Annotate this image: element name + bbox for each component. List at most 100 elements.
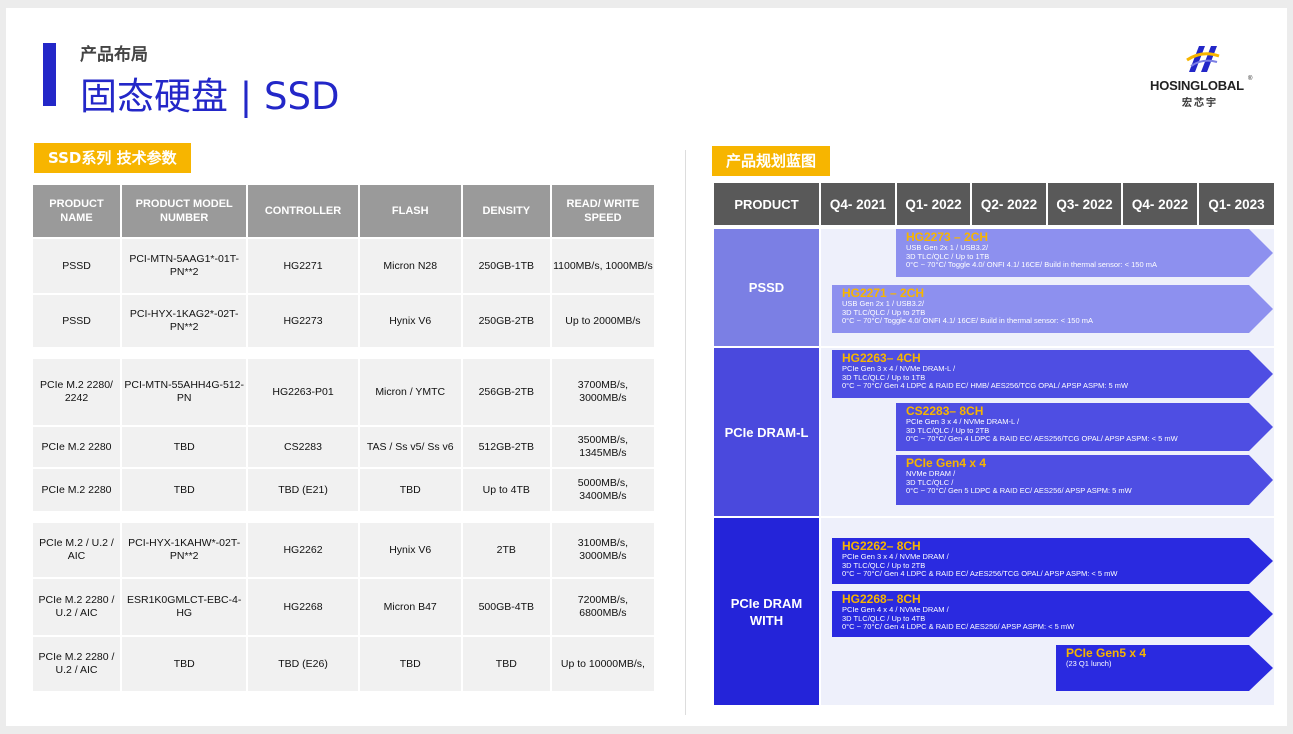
roadmap-row-label: PSSD xyxy=(714,229,819,346)
group-gap xyxy=(33,349,654,357)
roadmap-quarter-header: Q4- 2021 xyxy=(821,183,895,225)
product-name-cell: PSSD xyxy=(33,239,120,293)
roadmap-arrow-detail: 0°C ~ 70°C/ Gen 4 LDPC & RAID EC/ AES256… xyxy=(906,434,1178,443)
roadmap-product-header: PRODUCT xyxy=(714,183,819,225)
roadmap-row-label: PCIe DRAM WITH xyxy=(714,518,819,705)
roadmap-arrow-detail: 0°C ~ 70°C/ Gen 5 LDPC & RAID EC/ AES256… xyxy=(906,486,1132,495)
roadmap-arrow-content: CS2283– 8CH PCIe Gen 3 x 4 / NVMe DRAM-L … xyxy=(906,405,1178,444)
roadmap-arrow: HG2268– 8CH PCIe Gen 4 x 4 / NVMe DRAM /3… xyxy=(832,591,1273,637)
model-number-cell: ESR1K0GMLCT-EBC-4-HG xyxy=(121,579,247,635)
roadmap-arrow: HG2271 – 2CH USB Gen 2x 1 / USB3.2/3D TLC… xyxy=(832,285,1273,333)
model-number-cell: PCI-HYX-1KAHW*-02T-PN**2 xyxy=(121,523,247,577)
column-header: DENSITY xyxy=(462,185,550,237)
model-number-cell: PCI-MTN-5AAG1*-01T-PN**2 xyxy=(121,239,247,293)
speed-cell: 3100MB/s, 3000MB/s xyxy=(551,523,654,577)
product-name-cell: PCIe M.2 2280 / U.2 / AIC xyxy=(33,579,120,635)
density-cell: 500GB-4TB xyxy=(462,579,550,635)
logo-mark-icon xyxy=(1186,46,1220,72)
roadmap-arrow-detail: 0°C ~ 70°C/ Gen 4 LDPC & RAID EC/ AES256… xyxy=(842,622,1075,631)
flash-cell: Hynix V6 xyxy=(359,523,461,577)
product-name-cell: PCIe M.2 2280/ 2242 xyxy=(33,359,120,425)
controller-cell: CS2283 xyxy=(248,427,358,467)
roadmap-arrow-detail: 0°C ~ 70°C/ Toggle 4.0/ ONFI 4.1/ 16CE/ … xyxy=(906,260,1157,269)
table-row: PSSD PCI-MTN-5AAG1*-01T-PN**2 HG2271 Micron… xyxy=(33,239,654,293)
table-row: PSSD PCI-HYX-1KAG2*-02T-PN**2 HG2273 Hynix … xyxy=(33,295,654,347)
roadmap-quarter-header: Q1- 2023 xyxy=(1199,183,1274,225)
speed-cell: 3500MB/s, 1345MB/s xyxy=(551,427,654,467)
roadmap-quarter-header: Q4- 2022 xyxy=(1123,183,1197,225)
flash-cell: Hynix V6 xyxy=(359,295,461,347)
model-number-cell: PCI-HYX-1KAG2*-02T-PN**2 xyxy=(121,295,247,347)
density-cell: Up to 4TB xyxy=(462,469,550,511)
flash-cell: TBD xyxy=(359,637,461,691)
column-header: FLASH xyxy=(359,185,461,237)
ssd-specs-table: PRODUCT NAME PRODUCT MODEL NUMBER CONTRO… xyxy=(31,183,656,693)
flash-cell: TBD xyxy=(359,469,461,511)
column-header: PRODUCT NAME xyxy=(33,185,120,237)
product-name-cell: PCIe M.2 / U.2 / AIC xyxy=(33,523,120,577)
product-roadmap: PRODUCT Q4- 2021 Q1- 2022 Q2- 2022 Q3- 2… xyxy=(714,183,1274,705)
roadmap-quarter-header: Q2- 2022 xyxy=(972,183,1046,225)
roadmap-arrow-detail: 0°C ~ 70°C/ Gen 4 LDPC & RAID EC/ AzES25… xyxy=(842,569,1118,578)
product-name-cell: PCIe M.2 2280 xyxy=(33,469,120,511)
group-gap-cell xyxy=(33,513,654,521)
speed-cell: 3700MB/s, 3000MB/s xyxy=(551,359,654,425)
model-number-cell: TBD xyxy=(121,469,247,511)
product-name-cell: PCIe M.2 2280 xyxy=(33,427,120,467)
controller-cell: HG2268 xyxy=(248,579,358,635)
column-header: READ/ WRITE SPEED xyxy=(551,185,654,237)
model-number-cell: TBD xyxy=(121,637,247,691)
roadmap-arrow-content: PCIe Gen4 x 4 NVMe DRAM /3D TLC/QLC /0°C … xyxy=(906,457,1132,496)
flash-cell: Micron N28 xyxy=(359,239,461,293)
table-row: PCIe M.2 2280 TBD TBD (E21) TBD Up to 4TB 500… xyxy=(33,469,654,511)
density-cell: TBD xyxy=(462,637,550,691)
roadmap-arrow: HG2273 – 2CH USB Gen 2x 1 / USB3.2/3D TLC… xyxy=(896,229,1273,277)
logo-brand-text: HOSINGLOBAL xyxy=(1150,78,1244,93)
product-name-cell: PSSD xyxy=(33,295,120,347)
page-subtitle: 产品布局 xyxy=(80,45,148,65)
density-cell: 512GB-2TB xyxy=(462,427,550,467)
density-cell: 250GB-1TB xyxy=(462,239,550,293)
speed-cell: Up to 2000MB/s xyxy=(551,295,654,347)
company-logo: HOSINGLOBAL ® 宏芯宇 xyxy=(1147,42,1257,112)
density-cell: 250GB-2TB xyxy=(462,295,550,347)
column-header: PRODUCT MODEL NUMBER xyxy=(121,185,247,237)
speed-cell: 7200MB/s, 6800MB/s xyxy=(551,579,654,635)
roadmap-arrow-detail: (23 Q1 lunch) xyxy=(1066,659,1112,668)
roadmap-section-label: 产品规划蓝图 xyxy=(712,146,831,176)
table-row: PCIe M.2 / U.2 / AIC PCI-HYX-1KAHW*-02T-P… xyxy=(33,523,654,577)
controller-cell: HG2271 xyxy=(248,239,358,293)
roadmap-arrow: HG2263– 4CH PCIe Gen 3 x 4 / NVMe DRAM-L … xyxy=(832,350,1273,398)
page-title: 固态硬盘 | SSD xyxy=(80,75,340,118)
model-number-cell: TBD xyxy=(121,427,247,467)
speed-cell: 5000MB/s, 3400MB/s xyxy=(551,469,654,511)
roadmap-arrow-content: HG2262– 8CH PCIe Gen 3 x 4 / NVMe DRAM /3… xyxy=(842,540,1117,579)
flash-cell: Micron B47 xyxy=(359,579,461,635)
roadmap-quarter-header: Q1- 2022 xyxy=(897,183,970,225)
model-number-cell: PCI-MTN-55AHH4G-512-PN xyxy=(121,359,247,425)
roadmap-arrow-content: PCIe Gen5 x 4 (23 Q1 lunch) xyxy=(1066,647,1146,669)
title-accent-bar xyxy=(43,43,56,106)
logo-registered-mark: ® xyxy=(1248,76,1253,82)
roadmap-arrow-content: HG2271 – 2CH USB Gen 2x 1 / USB3.2/3D TLC… xyxy=(842,287,1093,326)
column-header: CONTROLLER xyxy=(248,185,358,237)
flash-cell: Micron / YMTC xyxy=(359,359,461,425)
controller-cell: HG2273 xyxy=(248,295,358,347)
roadmap-arrow-detail: 0°C ~ 70°C/ Gen 4 LDPC & RAID EC/ HMB/ A… xyxy=(842,381,1129,390)
controller-cell: TBD (E26) xyxy=(248,637,358,691)
group-gap-cell xyxy=(33,349,654,357)
roadmap-arrow: PCIe Gen5 x 4 (23 Q1 lunch) xyxy=(1056,645,1273,691)
roadmap-row-label: PCIe DRAM-L xyxy=(714,348,819,516)
controller-cell: TBD (E21) xyxy=(248,469,358,511)
roadmap-arrow-content: HG2263– 4CH PCIe Gen 3 x 4 / NVMe DRAM-L … xyxy=(842,352,1128,391)
roadmap-quarter-header: Q3- 2022 xyxy=(1048,183,1121,225)
group-gap xyxy=(33,513,654,521)
speed-cell: Up to 10000MB/s, xyxy=(551,637,654,691)
product-name-cell: PCIe M.2 2280 / U.2 / AIC xyxy=(33,637,120,691)
roadmap-arrow: CS2283– 8CH PCIe Gen 3 x 4 / NVMe DRAM-L … xyxy=(896,403,1273,451)
roadmap-arrow-detail: 0°C ~ 70°C/ Toggle 4.0/ ONFI 4.1/ 16CE/ … xyxy=(842,316,1093,325)
roadmap-arrow-content: HG2273 – 2CH USB Gen 2x 1 / USB3.2/3D TLC… xyxy=(906,231,1157,270)
table-row: PCIe M.2 2280/ 2242 PCI-MTN-55AHH4G-512-P… xyxy=(33,359,654,425)
roadmap-arrow: HG2262– 8CH PCIe Gen 3 x 4 / NVMe DRAM /3… xyxy=(832,538,1273,584)
specs-section-label: SSD系列 技术参数 xyxy=(34,143,191,173)
